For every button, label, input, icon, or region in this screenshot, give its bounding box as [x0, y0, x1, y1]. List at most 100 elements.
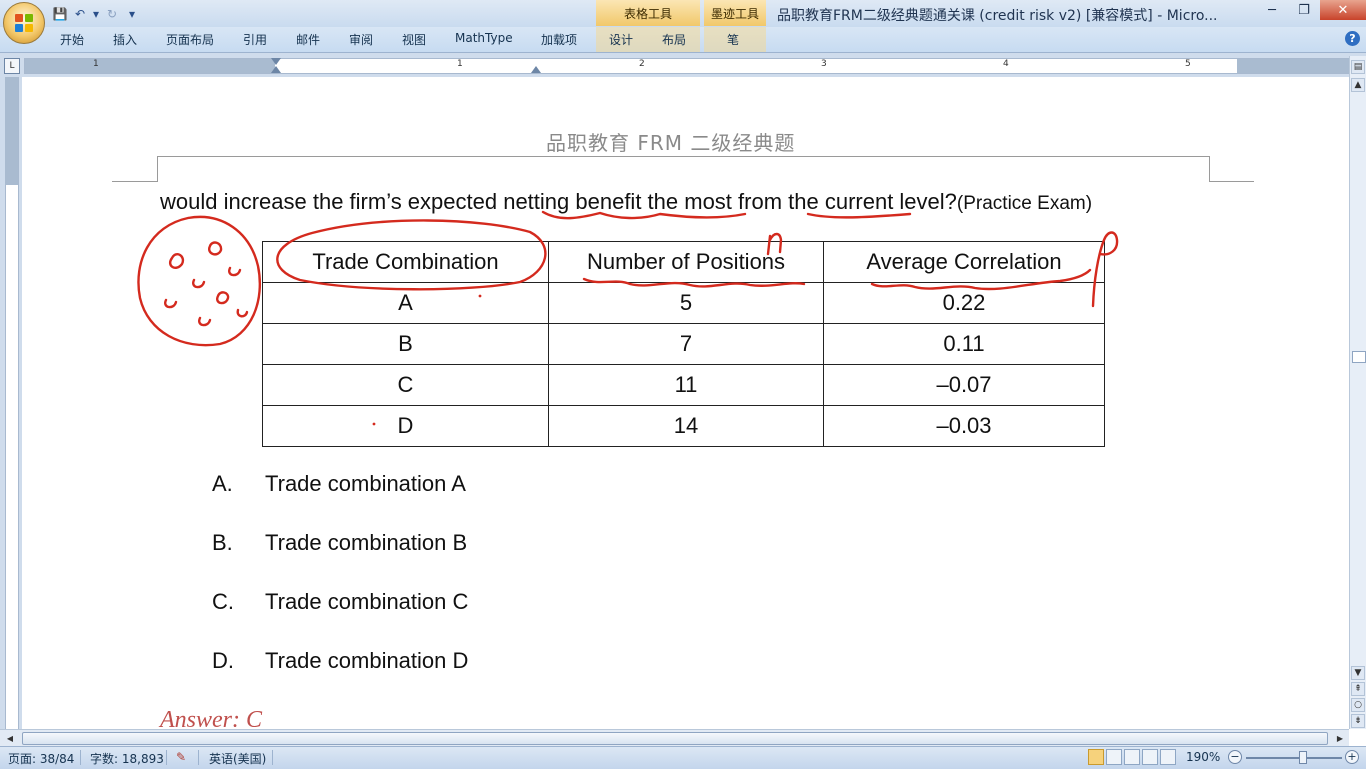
language-indicator[interactable]: 英语(美国) [209, 750, 266, 767]
ruler-margin-right [1237, 59, 1349, 73]
option-letter: B. [212, 530, 233, 555]
scroll-right-icon[interactable]: ▶ [1334, 732, 1346, 744]
indent-marker-icon[interactable] [271, 58, 281, 65]
tab-page-layout[interactable]: 页面布局 [166, 31, 214, 48]
ruler-toggle-icon[interactable]: ▤ [1351, 60, 1365, 74]
context-tab-ink-tools: 墨迹工具 [704, 0, 766, 26]
table-header: Trade Combination [262, 241, 549, 283]
table-cell: D [262, 405, 549, 447]
indent-marker-icon[interactable] [531, 66, 541, 73]
minimize-button[interactable]: ─ [1256, 0, 1288, 20]
tab-references[interactable]: 引用 [243, 31, 267, 48]
zoom-level[interactable]: 190% [1186, 750, 1220, 764]
table-cell: 5 [548, 282, 824, 324]
ruler-number: 5 [1185, 59, 1191, 69]
option-text: Trade combination B [265, 530, 468, 555]
undo-dropdown-icon[interactable]: ▾ [92, 6, 100, 22]
table-row: B 7 0.11 [262, 323, 1105, 365]
tab-design[interactable]: 设计 [609, 31, 633, 48]
save-icon[interactable]: 💾 [52, 6, 68, 22]
ruler-margin-left [25, 59, 275, 73]
status-divider [166, 750, 167, 765]
proofing-icon[interactable]: ✎ [176, 750, 186, 764]
previous-page-icon[interactable]: ⇞ [1351, 682, 1365, 696]
horizontal-scrollbar[interactable]: ◀ ▶ [0, 729, 1349, 747]
tab-home[interactable]: 开始 [60, 31, 84, 48]
status-divider [80, 750, 81, 765]
question-text: would increase the firm’s expected netti… [160, 189, 1092, 215]
scroll-thumb[interactable] [1352, 351, 1366, 363]
scroll-thumb[interactable] [22, 732, 1328, 745]
tab-selector[interactable]: L [4, 58, 20, 74]
table-cell: A [262, 282, 549, 324]
header-rule [1209, 181, 1254, 182]
scroll-up-icon[interactable]: ▲ [1351, 78, 1365, 92]
table-cell: C [262, 364, 549, 406]
print-layout-view-icon[interactable] [1088, 749, 1104, 765]
option-letter: D. [212, 648, 234, 673]
ribbon-tabs: 开始 插入 页面布局 引用 邮件 审阅 视图 MathType 加载项 设计 布… [0, 27, 1366, 53]
table-cell: 14 [548, 405, 824, 447]
full-screen-reading-view-icon[interactable] [1106, 749, 1122, 765]
ruler-number: 1 [93, 59, 99, 69]
option-text: Trade combination D [265, 648, 469, 673]
window-title: 品职教育FRM二级经典题通关课 (credit risk v2) [兼容模式] … [777, 8, 1218, 24]
status-divider [198, 750, 199, 765]
ruler-number: 3 [821, 59, 827, 69]
restore-button[interactable]: ❐ [1288, 0, 1320, 20]
word-count[interactable]: 字数: 18,893 [90, 750, 164, 767]
draft-view-icon[interactable] [1160, 749, 1176, 765]
trade-table: Trade Combination Number of Positions Av… [262, 241, 1105, 447]
horizontal-ruler-bar: L 1 1 2 3 4 5 [0, 53, 1366, 77]
tab-review[interactable]: 审阅 [349, 31, 373, 48]
table-row: D 14 –0.03 [262, 405, 1105, 447]
option-letter: C. [212, 589, 234, 614]
vertical-scrollbar[interactable]: ▤ ▲ ▼ ⇞ ○ ⇟ [1349, 56, 1366, 729]
option-text: Trade combination C [265, 589, 469, 614]
tab-mathtype[interactable]: MathType [455, 31, 513, 45]
web-layout-view-icon[interactable] [1124, 749, 1140, 765]
question-body: would increase the firm’s expected netti… [160, 189, 957, 214]
zoom-slider[interactable] [1246, 757, 1342, 759]
scroll-down-icon[interactable]: ▼ [1351, 666, 1365, 680]
tab-mailings[interactable]: 邮件 [296, 31, 320, 48]
tab-addins[interactable]: 加载项 [541, 31, 577, 48]
document-page[interactable]: 品职教育 FRM 二级经典题 would increase the firm’s… [22, 77, 1349, 729]
help-icon[interactable]: ? [1345, 31, 1360, 46]
outline-view-icon[interactable] [1142, 749, 1158, 765]
table-row: A 5 0.22 [262, 282, 1105, 324]
browse-object-icon[interactable]: ○ [1351, 698, 1365, 712]
zoom-in-button[interactable]: + [1345, 750, 1359, 764]
indent-marker-icon[interactable] [271, 66, 281, 73]
redo-icon[interactable]: ↻ [104, 6, 120, 22]
zoom-out-button[interactable]: − [1228, 750, 1242, 764]
tab-layout[interactable]: 布局 [662, 31, 686, 48]
table-header: Number of Positions [548, 241, 824, 283]
table-cell: 11 [548, 364, 824, 406]
zoom-slider-thumb[interactable] [1299, 751, 1307, 764]
option-d: D. Trade combination D [212, 648, 468, 674]
ruler-number: 1 [457, 59, 463, 69]
customize-qat-icon[interactable]: ▾ [124, 6, 140, 22]
option-c: C. Trade combination C [212, 589, 468, 615]
close-button[interactable]: ✕ [1320, 0, 1366, 20]
table-cell: –0.07 [823, 364, 1105, 406]
vertical-ruler-bar [0, 77, 22, 729]
tab-pen[interactable]: 笔 [727, 31, 739, 48]
tab-view[interactable]: 视图 [402, 31, 426, 48]
status-bar: 页面: 38/84 字数: 18,893 ✎ 英语(美国) 190% − + [0, 746, 1366, 769]
office-logo-icon [15, 14, 33, 32]
vertical-ruler-margin [5, 77, 18, 185]
option-text: Trade combination A [265, 471, 466, 496]
undo-icon[interactable]: ↶ [72, 6, 88, 22]
office-button[interactable] [3, 2, 45, 44]
tab-insert[interactable]: 插入 [113, 31, 137, 48]
table-cell: –0.03 [823, 405, 1105, 447]
option-b: B. Trade combination B [212, 530, 467, 556]
scroll-left-icon[interactable]: ◀ [4, 732, 16, 744]
page-counter[interactable]: 页面: 38/84 [8, 750, 74, 767]
header-rule [1209, 156, 1210, 182]
page-header: 品职教育 FRM 二级经典题 [546, 131, 796, 155]
horizontal-ruler[interactable]: 1 1 2 3 4 5 [24, 58, 1350, 74]
next-page-icon[interactable]: ⇟ [1351, 714, 1365, 728]
